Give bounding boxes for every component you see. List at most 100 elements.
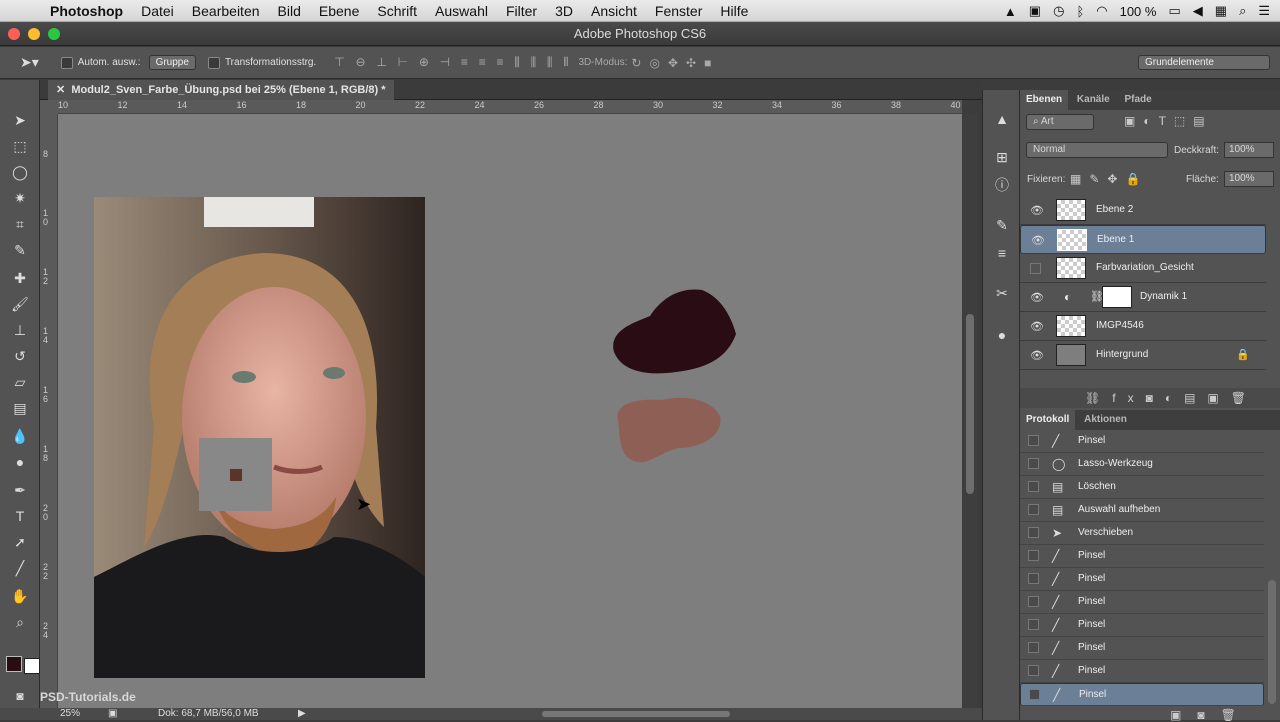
wifi-icon[interactable]: ◠: [1096, 3, 1107, 19]
3d-scale-icon[interactable]: ■: [704, 56, 711, 70]
history-item[interactable]: ▤ Auswahl aufheben: [1020, 499, 1264, 522]
eye-icon[interactable]: 👁: [1031, 234, 1045, 247]
3d-rotate-icon[interactable]: ↻: [631, 56, 641, 70]
layer-row-selected[interactable]: 👁 Ebene 1: [1020, 225, 1266, 254]
distribute-left-icon[interactable]: ⫼: [514, 55, 520, 70]
distribute-top-icon[interactable]: ≡: [461, 55, 468, 69]
hand-tool-icon[interactable]: ✋: [8, 586, 32, 606]
layer-row[interactable]: 👁 Ebene 2: [1020, 196, 1266, 225]
menu-3d[interactable]: 3D: [555, 3, 573, 19]
visibility-off-box[interactable]: [1030, 263, 1041, 274]
crop-tool-icon[interactable]: ⌗: [8, 214, 32, 234]
ku-panel-icon[interactable]: ●: [990, 324, 1014, 346]
zoom-level[interactable]: 25%: [60, 708, 80, 720]
lasso-tool-icon[interactable]: ◯: [8, 162, 32, 182]
ruler-horizontal[interactable]: 10 12 14 16 18 20 22 24 26 28 30 32 34 36 38 40: [58, 100, 962, 114]
line-tool-icon[interactable]: ╱: [8, 558, 32, 578]
tab-aktionen[interactable]: Aktionen: [1078, 410, 1133, 430]
eyedropper-tool-icon[interactable]: ✎: [8, 240, 32, 260]
align-vcenter-icon[interactable]: ⊖: [356, 55, 366, 69]
layer-row[interactable]: Farbvariation_Gesicht: [1020, 254, 1266, 283]
tab-protokoll[interactable]: Protokoll: [1020, 410, 1076, 430]
tab-pfade[interactable]: Pfade: [1118, 90, 1157, 110]
adjustments-panel-icon[interactable]: ≡: [990, 242, 1014, 264]
distribute-vcenter-icon[interactable]: ≡: [479, 55, 486, 69]
tab-ebenen[interactable]: Ebenen: [1020, 90, 1069, 110]
brush-tool-icon[interactable]: 🖌: [8, 294, 32, 314]
status-preview-icon[interactable]: ▣: [108, 708, 117, 720]
auto-align-icon[interactable]: ⦀: [563, 55, 568, 70]
foreground-color-swatch[interactable]: [6, 656, 22, 672]
ruler-vertical[interactable]: 8 10 12 14 16 18 20 22 24: [40, 114, 58, 708]
adobe-icon[interactable]: ▲: [1004, 4, 1017, 19]
history-item[interactable]: ╱ Pinsel: [1020, 430, 1264, 453]
move-tool-icon[interactable]: ➤: [8, 110, 32, 130]
menu-datei[interactable]: Datei: [141, 3, 174, 19]
navigator-panel-icon[interactable]: ⊞: [990, 146, 1014, 168]
history-item[interactable]: ╱ Pinsel: [1020, 637, 1264, 660]
menu-filter[interactable]: Filter: [506, 3, 537, 19]
history-item[interactable]: ╱ Pinsel: [1020, 591, 1264, 614]
history-item[interactable]: ╱ Pinsel: [1020, 545, 1264, 568]
eye-icon[interactable]: 👁: [1030, 349, 1044, 362]
transform-controls-checkbox[interactable]: [207, 56, 225, 69]
distribute-right-icon[interactable]: ⫼: [547, 55, 553, 70]
history-item[interactable]: ◯ Lasso-Werkzeug: [1020, 453, 1264, 476]
close-tab-icon[interactable]: ✕: [56, 84, 65, 96]
menu-schrift[interactable]: Schrift: [377, 3, 417, 19]
gradient-tool-icon[interactable]: ▤: [8, 398, 32, 418]
layer-row[interactable]: 👁 IMGP4546: [1020, 312, 1266, 341]
history-item-selected[interactable]: ╱ Pinsel: [1020, 683, 1264, 706]
opacity-input[interactable]: 100%: [1224, 142, 1274, 158]
move-tool-preset-icon[interactable]: ➤▾: [20, 54, 39, 71]
history-brush-tool-icon[interactable]: ↺: [8, 346, 32, 366]
brush-panel-icon[interactable]: ✎: [990, 214, 1014, 236]
distribute-bottom-icon[interactable]: ≡: [496, 55, 503, 69]
status-menu-arrow-icon[interactable]: ▶: [298, 708, 306, 720]
time-machine-icon[interactable]: ◷: [1053, 3, 1064, 19]
stamp-tool-icon[interactable]: ⊥: [8, 320, 32, 340]
healing-brush-tool-icon[interactable]: ✚: [8, 268, 32, 288]
workspace-dropdown[interactable]: Grundelemente: [1138, 55, 1270, 70]
scroll-thumb-vertical[interactable]: [966, 314, 974, 494]
eye-icon[interactable]: 👁: [1030, 204, 1044, 217]
history-scroll-thumb[interactable]: [1268, 580, 1276, 704]
auto-select-checkbox[interactable]: [60, 56, 78, 69]
blur-tool-icon[interactable]: 💧: [8, 426, 32, 446]
lock-icons[interactable]: ▦✎✥🔒: [1070, 172, 1148, 186]
menu-ebene[interactable]: Ebene: [319, 3, 359, 19]
layer-filter-dropdown[interactable]: ⌕ Art: [1026, 114, 1094, 130]
history-item[interactable]: ╱ Pinsel: [1020, 660, 1264, 683]
zoom-window-icon[interactable]: [48, 28, 60, 40]
3d-slide-icon[interactable]: ✣: [686, 56, 696, 70]
history-item[interactable]: ▤ Löschen: [1020, 476, 1264, 499]
layer-row[interactable]: 👁 Hintergrund 🔒: [1020, 341, 1266, 370]
align-top-icon[interactable]: ⊤: [334, 55, 344, 69]
minimize-window-icon[interactable]: [28, 28, 40, 40]
type-tool-icon[interactable]: T: [8, 506, 32, 526]
menu-auswahl[interactable]: Auswahl: [435, 3, 488, 19]
dodge-tool-icon[interactable]: ●: [8, 452, 32, 472]
notification-list-icon[interactable]: ☰: [1258, 3, 1270, 19]
layer-row[interactable]: 👁 ◐ ⛓ Dynamik 1: [1020, 283, 1266, 312]
menu-photoshop[interactable]: Photoshop: [50, 3, 123, 19]
tool-presets-panel-icon[interactable]: ✂: [990, 282, 1014, 304]
history-item[interactable]: ╱ Pinsel: [1020, 614, 1264, 637]
info-panel-icon[interactable]: ⓘ: [990, 174, 1014, 196]
menu-fenster[interactable]: Fenster: [655, 3, 702, 19]
quick-mask-icon[interactable]: ◙: [8, 686, 32, 706]
document-tab[interactable]: ✕ Modul2_Sven_Farbe_Übung.psd bei 25% (E…: [48, 80, 394, 100]
fill-input[interactable]: 100%: [1224, 171, 1274, 187]
align-hcenter-icon[interactable]: ⊕: [419, 55, 429, 69]
pen-tool-icon[interactable]: ✒: [8, 480, 32, 500]
mask-thumbnail[interactable]: [1102, 286, 1132, 308]
scroll-thumb-horizontal[interactable]: [542, 711, 730, 717]
calendar-icon[interactable]: ▦: [1215, 3, 1227, 19]
eye-icon[interactable]: 👁: [1030, 291, 1044, 304]
bluetooth-icon[interactable]: ᛒ: [1076, 4, 1084, 19]
3d-roll-icon[interactable]: ◎: [649, 56, 659, 70]
align-bottom-icon[interactable]: ⊥: [376, 55, 386, 69]
menu-bild[interactable]: Bild: [278, 3, 301, 19]
align-left-icon[interactable]: ⊢: [398, 55, 408, 69]
auto-select-dropdown[interactable]: Gruppe: [148, 55, 196, 70]
